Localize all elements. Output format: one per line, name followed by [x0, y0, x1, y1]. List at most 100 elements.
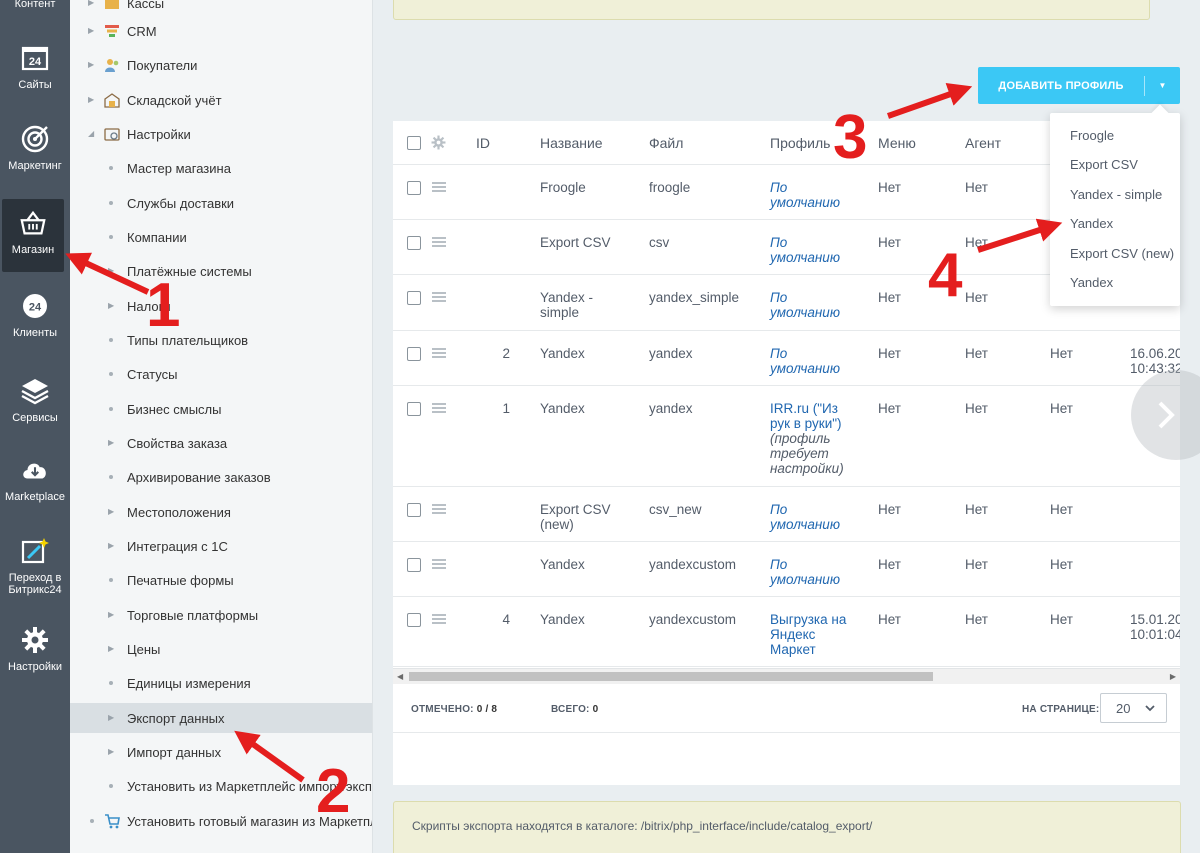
dropdown-item-froogle[interactable]: Froogle: [1070, 128, 1114, 143]
table-row[interactable]: Yandex yandexcustom По умолчанию Нет Нет Нет: [393, 542, 1180, 597]
tree-item[interactable]: Установить из Маркетплейс импорт/экспорт: [70, 771, 372, 801]
cell-profile[interactable]: Выгрузка на Яндекс Маркет: [770, 612, 858, 657]
profile-link[interactable]: По умолчанию: [770, 502, 840, 532]
gear-icon[interactable]: [431, 135, 446, 155]
profile-link[interactable]: По умолчанию: [770, 346, 840, 376]
row-checkbox[interactable]: [407, 558, 421, 572]
rail-item-sites[interactable]: 24 Сайты: [0, 43, 70, 91]
expand-right-icon[interactable]: ▶: [108, 301, 114, 310]
rail-item-settings[interactable]: Настройки: [0, 625, 70, 673]
rail-item-marketing[interactable]: Маркетинг: [0, 124, 70, 172]
expand-right-icon[interactable]: ▶: [108, 747, 114, 756]
cell-profile[interactable]: По умолчанию: [770, 557, 858, 587]
add-profile-button[interactable]: ДОБАВИТЬ ПРОФИЛЬ ▼: [978, 67, 1180, 104]
tree-item[interactable]: ▶ Интеграция с 1С: [70, 531, 372, 561]
tree-item[interactable]: Печатные формы: [70, 565, 372, 595]
chevron-down-icon[interactable]: ▼: [1145, 81, 1180, 90]
tree-item[interactable]: Мастер магазина: [70, 153, 372, 183]
cell-profile[interactable]: По умолчанию: [770, 502, 858, 532]
dropdown-item-export-csv-new[interactable]: Export CSV (new): [1070, 246, 1174, 261]
table-row[interactable]: 1 Yandex yandex IRR.ru ("Из рук в руки") (пр…: [393, 386, 1180, 487]
rail-item-services[interactable]: Сервисы: [0, 376, 70, 424]
drag-handle-icon[interactable]: [432, 348, 446, 358]
row-checkbox[interactable]: [407, 402, 421, 416]
row-checkbox[interactable]: [407, 236, 421, 250]
tree-item[interactable]: Статусы: [70, 359, 372, 389]
profile-link[interactable]: По умолчанию: [770, 180, 840, 210]
tree-item[interactable]: ▶ Налоги: [70, 291, 372, 321]
tree-item[interactable]: ▶ Местоположения: [70, 497, 372, 527]
tree-item[interactable]: ▶ Импорт данных: [70, 737, 372, 767]
expand-right-icon[interactable]: ▶: [108, 644, 114, 653]
tree-item[interactable]: ▶ Складской учёт: [70, 85, 372, 115]
horizontal-scrollbar[interactable]: ◀ ▶: [393, 668, 1180, 684]
row-checkbox[interactable]: [407, 613, 421, 627]
cell-profile[interactable]: По умолчанию: [770, 346, 858, 376]
drag-handle-icon[interactable]: [432, 292, 446, 302]
column-header-file[interactable]: Файл: [649, 135, 683, 151]
rail-item-clients[interactable]: 24 Клиенты: [0, 291, 70, 339]
expand-right-icon[interactable]: ▶: [108, 610, 114, 619]
per-page-select[interactable]: 20: [1100, 693, 1167, 723]
tree-item[interactable]: ▶ Свойства заказа: [70, 428, 372, 458]
dropdown-item-yandex-simple[interactable]: Yandex - simple: [1070, 187, 1162, 202]
tree-item[interactable]: ▶ Платёжные системы: [70, 256, 372, 286]
drag-handle-icon[interactable]: [432, 237, 446, 247]
column-header-name[interactable]: Название: [540, 135, 603, 151]
dropdown-item-yandex-2[interactable]: Yandex: [1070, 275, 1113, 290]
drag-handle-icon[interactable]: [432, 182, 446, 192]
dropdown-item-yandex[interactable]: Yandex: [1070, 216, 1113, 231]
expand-down-icon[interactable]: ◢: [88, 129, 94, 138]
profile-link[interactable]: По умолчанию: [770, 235, 840, 265]
expand-right-icon[interactable]: ▶: [88, 60, 94, 69]
profile-link[interactable]: IRR.ru ("Из рук в руки"): [770, 401, 842, 431]
row-checkbox[interactable]: [407, 291, 421, 305]
scroll-left-icon[interactable]: ◀: [397, 672, 403, 681]
tree-item[interactable]: Бизнес смыслы: [70, 394, 372, 424]
cell-profile[interactable]: По умолчанию: [770, 180, 858, 210]
tree-item[interactable]: ▶ Покупатели: [70, 50, 372, 80]
tree-item[interactable]: ◢ Настройки: [70, 119, 372, 149]
rail-item-go-bitrix24[interactable]: Переход в Битрикс24: [0, 536, 70, 596]
column-header-agent[interactable]: Агент: [965, 135, 1001, 151]
cell-profile[interactable]: По умолчанию: [770, 290, 858, 320]
column-header-menu[interactable]: Меню: [878, 135, 916, 151]
drag-handle-icon[interactable]: [432, 403, 446, 413]
expand-right-icon[interactable]: ▶: [108, 438, 114, 447]
drag-handle-icon[interactable]: [432, 559, 446, 569]
scrollbar-thumb[interactable]: [409, 672, 933, 681]
column-header-profile[interactable]: Профиль: [770, 135, 830, 151]
profile-link[interactable]: По умолчанию: [770, 557, 840, 587]
tree-item[interactable]: Установить готовый магазин из Маркетплей…: [70, 806, 372, 836]
column-header-id[interactable]: ID: [476, 135, 490, 151]
cell-profile[interactable]: IRR.ru ("Из рук в руки") (профиль требует…: [770, 401, 858, 476]
tree-item[interactable]: ▶ CRM: [70, 16, 372, 46]
tree-item[interactable]: ▶ Цены: [70, 634, 372, 664]
row-checkbox[interactable]: [407, 503, 421, 517]
drag-handle-icon[interactable]: [432, 504, 446, 514]
dropdown-item-export-csv[interactable]: Export CSV: [1070, 157, 1138, 172]
rail-item-marketplace[interactable]: Marketplace: [0, 455, 70, 503]
expand-right-icon[interactable]: ▶: [88, 26, 94, 35]
row-checkbox[interactable]: [407, 181, 421, 195]
rail-item-shop[interactable]: Магазин: [2, 199, 64, 272]
tree-item[interactable]: ▶ Торговые платформы: [70, 600, 372, 630]
expand-right-icon[interactable]: ▶: [108, 713, 114, 722]
tree-item[interactable]: Службы доставки: [70, 188, 372, 218]
tree-item[interactable]: Типы плательщиков: [70, 325, 372, 355]
tree-item[interactable]: Архивирование заказов: [70, 462, 372, 492]
scroll-right-icon[interactable]: ▶: [1170, 672, 1176, 681]
tree-item[interactable]: Единицы измерения: [70, 668, 372, 698]
expand-right-icon[interactable]: ▶: [108, 507, 114, 516]
table-row[interactable]: 4 Yandex yandexcustom Выгрузка на Яндекс Ма…: [393, 597, 1180, 667]
tree-item[interactable]: Компании: [70, 222, 372, 252]
table-row[interactable]: Export CSV (new) csv_new По умолчанию Нет Не…: [393, 487, 1180, 542]
expand-right-icon[interactable]: ▶: [88, 0, 94, 7]
expand-right-icon[interactable]: ▶: [88, 95, 94, 104]
expand-right-icon[interactable]: ▶: [108, 541, 114, 550]
drag-handle-icon[interactable]: [432, 614, 446, 624]
profile-link[interactable]: Выгрузка на Яндекс Маркет: [770, 612, 846, 657]
select-all-checkbox[interactable]: [407, 136, 421, 150]
expand-right-icon[interactable]: ▶: [108, 266, 114, 275]
table-row[interactable]: 2 Yandex yandex По умолчанию Нет Нет Нет 16.06.…: [393, 331, 1180, 386]
